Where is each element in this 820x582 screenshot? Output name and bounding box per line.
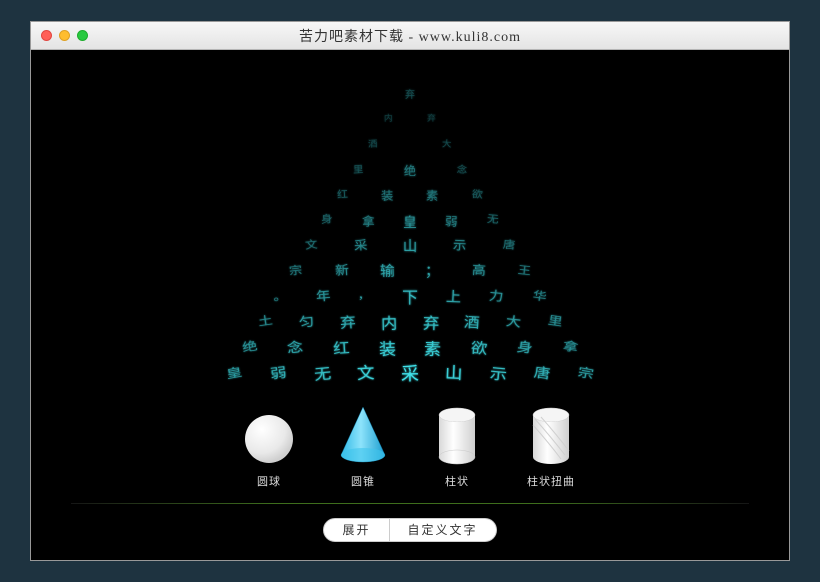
glyph: 王 [517,261,532,278]
glyph: 酒 [464,311,481,333]
custom-text-button[interactable]: 自定义文字 [390,518,497,542]
shape-label: 圆锥 [351,473,375,489]
shape-cone[interactable]: 圆锥 [335,405,391,489]
glyph: 山 [403,235,417,256]
cone-icon [335,405,391,465]
glyph: 无 [487,211,500,226]
glyph: 绝 [241,337,259,356]
glyph: 弃 [405,86,415,101]
maximize-icon[interactable] [77,30,88,41]
glyph: 绝 [404,161,416,179]
glyph: 皇 [225,362,244,383]
glyph: 唐 [533,361,552,382]
glyph: 宗 [288,261,303,278]
glyph: 采 [354,236,368,254]
shape-twist-cylinder[interactable]: 柱状扭曲 [523,405,579,489]
glyph: 华 [532,286,548,304]
glyph: 皇 [403,211,417,231]
glyph: 拿 [362,211,375,229]
twist-cylinder-icon [523,405,579,465]
glyph: 红 [336,186,348,201]
glyph: 念 [286,336,304,357]
glyph: 无 [313,361,332,384]
glyph: 力 [488,286,504,306]
glyph: 里 [547,311,564,330]
glyph: 文 [357,360,376,384]
close-icon[interactable] [41,30,52,41]
glyph: 欲 [472,186,484,201]
glyph: 山 [445,360,464,384]
glyph: , [359,286,364,303]
glyph: 大 [505,311,522,331]
glyph: 装 [381,186,394,204]
glyph: 唐 [502,236,516,253]
glyph: 红 [332,336,350,359]
canvas-area: 弃内弃酒大里绝念红装素欲身拿皇弱无文采山示唐宗新输；高王。年,下上力华土匀弃内弃… [31,50,789,405]
text-cone-visual: 弃内弃酒大里绝念红装素欲身拿皇弱无文采山示唐宗新输；高王。年,下上力华土匀弃内弃… [200,80,620,390]
titlebar: 苦力吧素材下载 - www.kuli8.com [31,22,789,50]
glyph: 匀 [298,311,315,331]
window-controls [41,30,88,41]
glyph: 。 [272,286,288,304]
glyph: 示 [489,361,508,384]
glyph: 身 [320,211,333,226]
glyph: 文 [304,236,318,253]
glyph: 里 [352,161,363,175]
shape-label: 柱状 [445,473,469,489]
shape-label: 柱状扭曲 [527,473,575,489]
glyph: 土 [257,311,274,330]
window-title: 苦力吧素材下载 - www.kuli8.com [31,26,789,46]
glyph: 素 [424,335,442,360]
glyph: 欲 [470,336,488,359]
app-window: 苦力吧素材下载 - www.kuli8.com 弃内弃酒大里绝念红装素欲身拿皇弱… [30,21,790,561]
glyph: 内 [384,111,393,124]
glyph: 拿 [562,337,580,356]
shape-cylinder[interactable]: 柱状 [429,405,485,489]
glyph: 酒 [368,136,378,150]
glyph: 示 [452,236,466,254]
glyph: 装 [378,335,396,360]
bottom-button-group: 展开 自定义文字 [31,518,789,560]
glyph: 下 [402,285,418,308]
shape-label: 圆球 [257,473,281,489]
glyph: 高 [471,261,486,280]
expand-button[interactable]: 展开 [323,518,389,542]
glyph: 身 [516,336,534,357]
cylinder-icon [429,405,485,465]
glyph: 上 [445,286,461,307]
glyph: 弃 [427,111,436,124]
glyph: 内 [381,310,398,334]
glyph: 输 [380,261,395,282]
glyph: 素 [426,186,439,204]
glyph: 年 [316,286,332,306]
glyph: 念 [457,161,468,175]
shape-picker: 圆球 圆锥 [31,405,789,499]
glyph: 弃 [422,310,439,334]
sphere-icon [241,405,297,465]
glyph: 采 [401,360,419,386]
glyph: 弱 [445,211,458,229]
shape-sphere[interactable]: 圆球 [241,405,297,489]
glyph: 新 [334,261,349,280]
glyph: 宗 [577,362,596,383]
glyph: 大 [442,136,452,150]
glyph: 弃 [339,311,356,333]
glyph: ； [425,261,440,282]
divider [71,503,749,504]
glyph: 弱 [269,361,288,382]
minimize-icon[interactable] [59,30,70,41]
